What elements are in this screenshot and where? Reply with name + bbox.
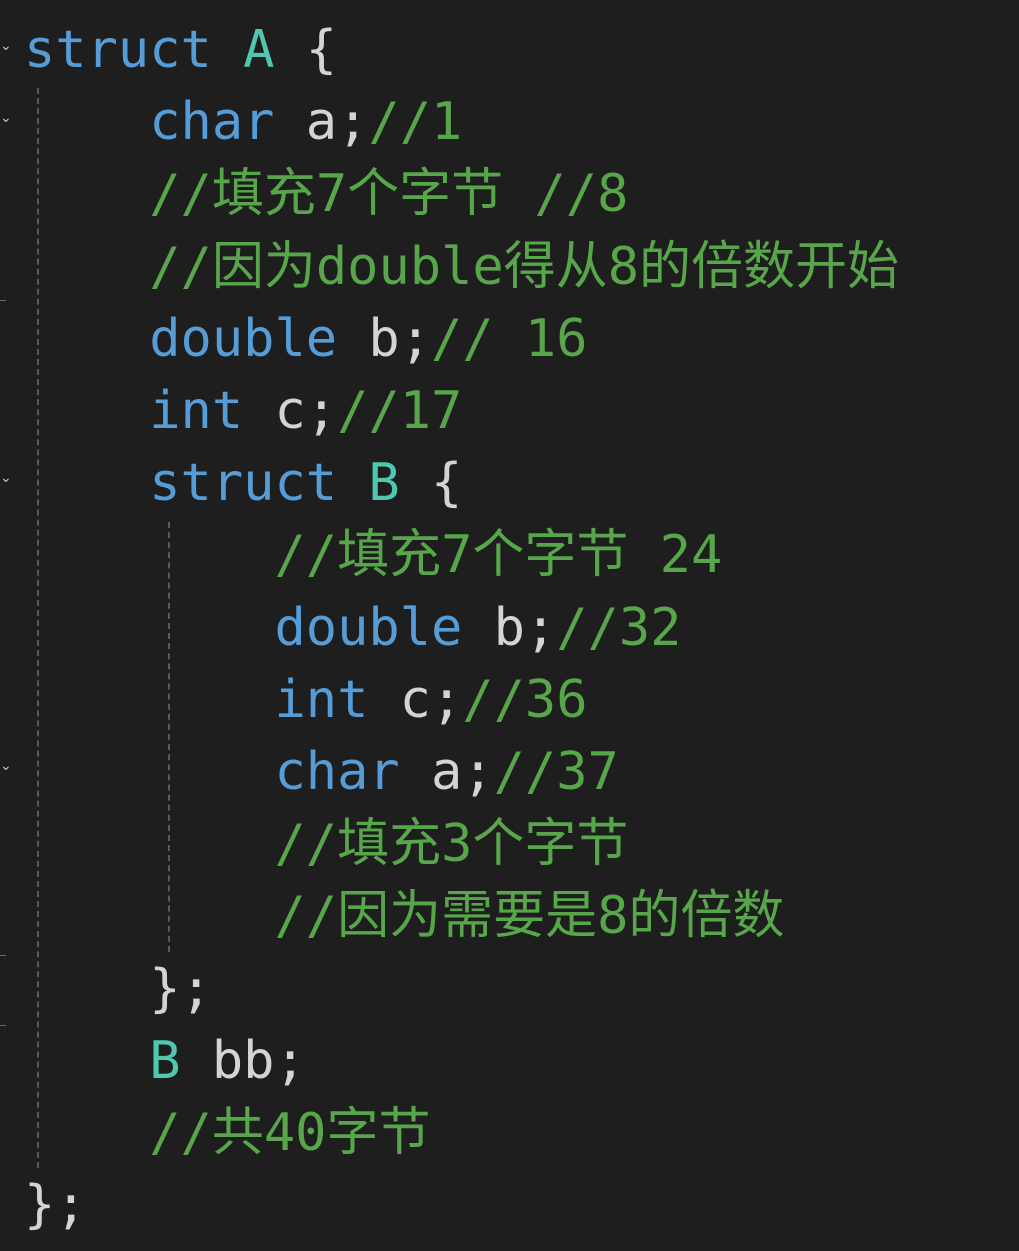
code-token: a; [274, 92, 369, 153]
code-token: A [243, 20, 275, 80]
code-line[interactable]: char a;//1 [0, 86, 1019, 158]
code-line[interactable]: //因为需要是8的倍数 [0, 880, 1019, 952]
code-token: //1 [368, 92, 463, 153]
code-token: //共40字节 [149, 1103, 431, 1163]
code-line[interactable]: }; [0, 1169, 1019, 1241]
code-token: //17 [337, 381, 463, 441]
code-token: b; [462, 597, 557, 658]
code-token: // 16 [431, 308, 588, 369]
code-token: //36 [462, 669, 588, 730]
code-editor[interactable]: ⌄ ⌄ ⌄ ⌄ struct A { char a;//1 //填充7个字节 /… [0, 0, 1019, 1251]
code-token: int [274, 669, 369, 730]
code-line[interactable]: int c;//36 [0, 664, 1019, 736]
code-line[interactable]: //填充7个字节 //8 [0, 158, 1019, 230]
code-token: B [149, 1030, 181, 1091]
code-line[interactable]: struct A { [0, 14, 1019, 86]
code-token: //填充7个字节 24 [274, 525, 723, 586]
code-token: B [368, 453, 400, 514]
code-line[interactable]: //填充7个字节 24 [0, 519, 1019, 591]
code-line[interactable]: //填充3个字节 [0, 808, 1019, 880]
code-token: bb; [180, 1030, 306, 1091]
code-token: struct [149, 453, 338, 514]
code-line[interactable]: int c;//17 [0, 375, 1019, 447]
code-token: //填充3个字节 [274, 814, 629, 875]
code-token: a; [399, 742, 494, 802]
code-token: //因为double得从8的倍数开始 [149, 236, 899, 297]
code-token: }; [149, 958, 212, 1019]
code-token: }; [24, 1175, 87, 1236]
code-token: c; [368, 669, 463, 730]
code-line[interactable]: double b;//32 [0, 592, 1019, 664]
code-line[interactable]: //共40字节 [0, 1097, 1019, 1169]
code-token: //37 [493, 742, 619, 802]
code-token: double [274, 597, 463, 658]
code-line[interactable]: double b;// 16 [0, 303, 1019, 375]
code-line[interactable]: B bb; [0, 1025, 1019, 1097]
code-token: c; [243, 381, 338, 441]
code-token: //32 [556, 597, 682, 658]
code-token: char [149, 92, 275, 153]
code-token: { [305, 20, 338, 80]
code-token: int [149, 381, 244, 441]
code-token: struct [24, 20, 212, 80]
code-line[interactable]: }; [0, 953, 1019, 1025]
code-token: { [431, 453, 463, 514]
code-line[interactable]: char a;//37 [0, 736, 1019, 808]
code-token: b; [337, 308, 431, 369]
code-token: //因为需要是8的倍数 [274, 886, 785, 947]
code-token: char [274, 742, 400, 802]
code-line[interactable]: struct B { [0, 447, 1019, 519]
code-token: //填充7个字节 //8 [149, 164, 629, 225]
code-line[interactable]: //因为double得从8的倍数开始 [0, 231, 1019, 303]
code-token: double [149, 308, 338, 369]
